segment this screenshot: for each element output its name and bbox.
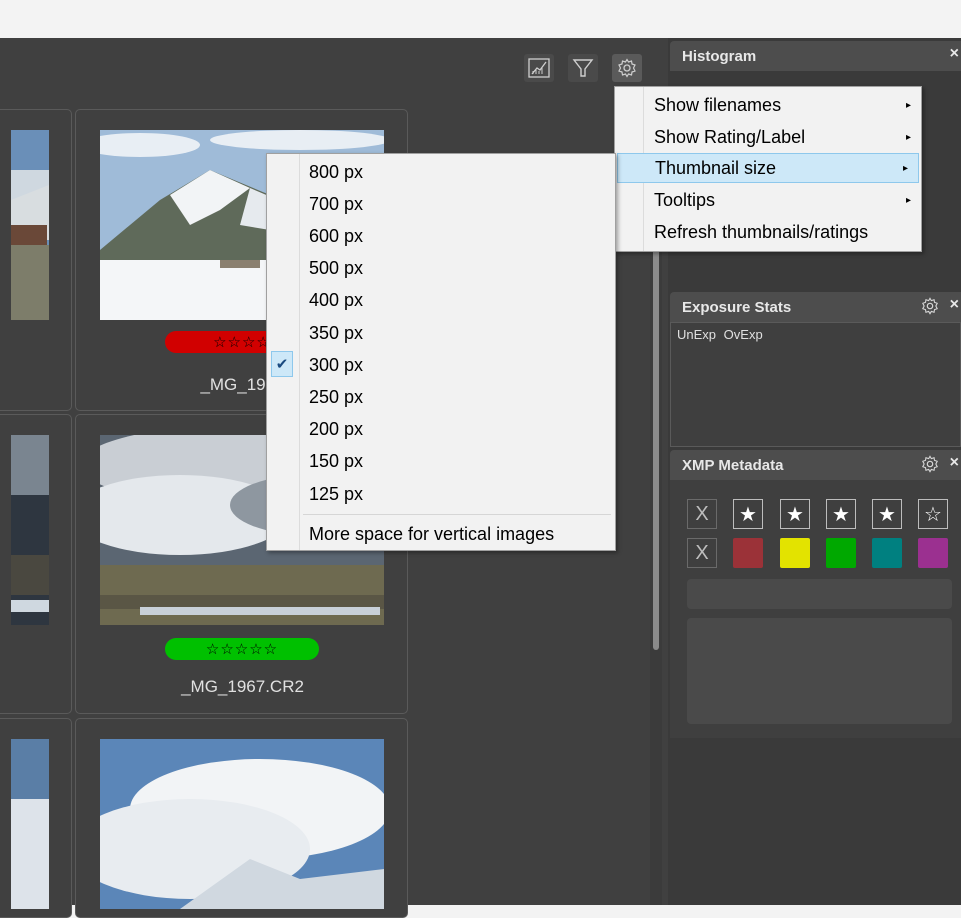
settings-button[interactable] [612,54,642,82]
thumbnail-size-submenu: 800 px 700 px 600 px 500 px 400 px 350 px 300 … [266,153,616,551]
check-icon: ✔ [271,351,293,378]
thumbnail-image [11,130,49,320]
menu-item-size-300px[interactable]: 300 px ✔ [267,350,615,380]
label-yellow-button[interactable] [780,538,810,568]
submenu-arrow-icon: ▸ [905,99,911,111]
histogram-panel-title: Histogram [682,47,757,65]
gear-icon[interactable] [921,297,939,319]
close-icon[interactable]: × [950,296,959,314]
label-teal-button[interactable] [872,538,902,568]
menu-item-size-350px[interactable]: 350 px [267,318,615,348]
exposure-col-unexp: UnExp [677,327,717,342]
exposure-col-ovexp: OvExp [723,327,763,342]
menu-item-size-800px[interactable]: 800 px [267,157,615,187]
thumbnail-filename: _MG_1967.CR2 [181,677,304,696]
menu-item-thumbnail-size[interactable]: Thumbnail size ▸ [617,153,919,183]
exposure-panel-title: Exposure Stats [682,298,792,316]
filter-icon [572,59,594,77]
xmp-description-field[interactable] [687,618,952,724]
submenu-arrow-icon: ▸ [902,162,908,174]
xmp-title-field[interactable] [687,579,952,609]
menu-item-refresh[interactable]: Refresh thumbnails/ratings [615,217,921,247]
menu-item-size-150px[interactable]: 150 px [267,447,615,477]
menu-item-size-600px[interactable]: 600 px [267,221,615,251]
star-5-button[interactable]: ☆ [918,499,948,529]
thumbnail-cell[interactable] [0,718,72,918]
close-icon[interactable]: × [950,45,959,63]
menu-separator [303,514,611,515]
histogram-panel-header: Histogram × [670,41,961,71]
star-1-button[interactable]: ★ [733,499,763,529]
grid-scrollbar-thumb[interactable] [653,200,659,650]
menu-item-show-rating-label[interactable]: Show Rating/Label ▸ [615,122,921,152]
menu-item-size-250px[interactable]: 250 px [267,382,615,412]
label-red-button[interactable] [733,538,763,568]
star-2-button[interactable]: ★ [780,499,810,529]
histogram-toggle-button[interactable] [524,54,554,82]
thumbnail-image [11,435,49,625]
menu-item-size-200px[interactable]: 200 px [267,415,615,445]
thumbnail-image [100,739,384,909]
rating-label-pill[interactable]: ☆☆☆☆☆ [165,638,319,660]
menu-item-show-filenames[interactable]: Show filenames ▸ [615,90,921,120]
submenu-arrow-icon: ▸ [905,194,911,206]
xmp-panel-title: XMP Metadata [682,456,784,474]
filter-button[interactable] [568,54,598,82]
clear-label-button[interactable]: X [687,538,717,568]
menu-item-more-space-vertical[interactable]: More space for vertical images [267,519,615,549]
settings-context-menu: Show filenames ▸ Show Rating/Label ▸ Thu… [614,86,922,252]
star-3-button[interactable]: ★ [826,499,856,529]
thumbnail-image [11,739,49,909]
gear-icon[interactable] [921,455,939,477]
window-top-strip [0,0,961,38]
thumbnail-cell[interactable] [0,109,72,411]
submenu-arrow-icon: ▸ [905,131,911,143]
thumbnail-cell[interactable] [75,718,408,918]
star-4-button[interactable]: ★ [872,499,902,529]
menu-item-size-400px[interactable]: 400 px [267,286,615,316]
label-purple-button[interactable] [918,538,948,568]
rating-stars: ☆☆☆☆ [213,333,271,351]
reject-rating-button[interactable]: X [687,499,717,529]
menu-item-size-700px[interactable]: 700 px [267,189,615,219]
exposure-panel-header: Exposure Stats × [670,292,961,322]
menu-item-size-125px[interactable]: 125 px [267,479,615,509]
menu-item-tooltips[interactable]: Tooltips ▸ [615,185,921,215]
close-icon[interactable]: × [950,454,959,472]
menu-item-size-500px[interactable]: 500 px [267,254,615,284]
chart-icon [528,58,550,78]
thumbnail-cell[interactable] [0,414,72,714]
exposure-columns: UnExp OvExp [677,327,763,342]
label-green-button[interactable] [826,538,856,568]
xmp-panel-header: XMP Metadata × [670,450,961,480]
gear-icon [618,58,636,78]
rating-stars: ☆☆☆☆☆ [205,640,279,658]
